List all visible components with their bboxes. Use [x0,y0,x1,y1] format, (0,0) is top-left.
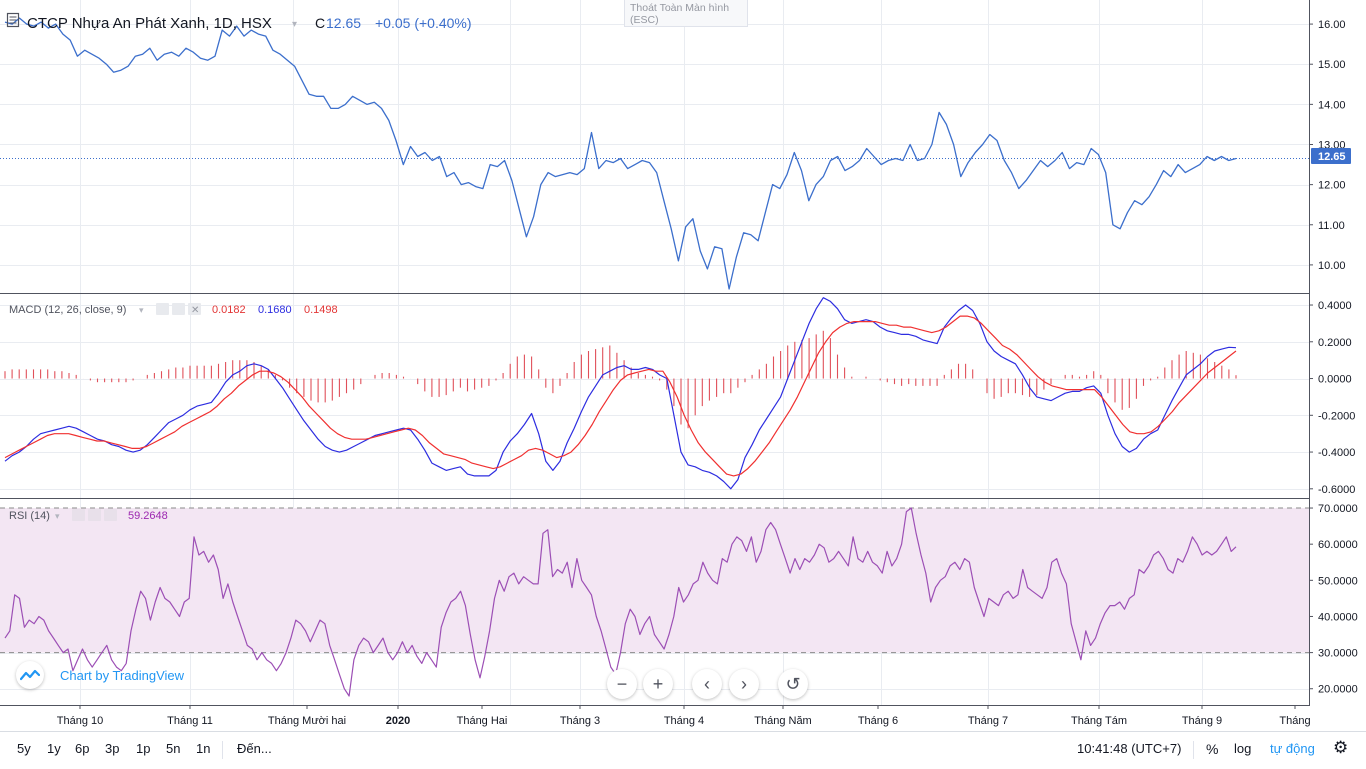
minus-icon: − [616,673,628,694]
time-tick-label: Tháng 4 [664,715,704,727]
exit-fullscreen-tooltip[interactable]: Thoát Toàn Màn hình (ESC) [624,0,748,27]
axis-tick-label: 0.4000 [1318,300,1352,312]
axis-tick-label: -0.6000 [1318,484,1355,496]
symbol-title[interactable]: CTCP Nhựa An Phát Xanh, 1D, HSX [27,15,272,32]
rsi-title[interactable]: RSI (14) [9,510,50,522]
chevron-down-icon[interactable]: ▾ [55,511,60,521]
plus-icon: + [652,673,664,694]
range-1y-button[interactable]: 1y [47,741,61,756]
time-tick-label: Tháng [1279,715,1310,727]
macd-title[interactable]: MACD (12, 26, close, 9) [9,304,126,316]
range-5y-button[interactable]: 5y [17,741,31,756]
log-scale-button[interactable]: log [1234,741,1251,756]
indicator-settings-icons[interactable]: ✕ [156,303,201,316]
gear-icon[interactable] [172,303,185,315]
zoom-in-button[interactable]: + [643,669,673,699]
macd-hist-value: 0.0182 [212,304,246,316]
time-tick-label: 2020 [386,715,410,727]
tradingview-label: Chart by TradingView [60,667,185,683]
chevron-right-icon: › [741,673,747,694]
axis-tick-label: 16.00 [1318,19,1346,31]
time-tick-label: Tháng 3 [560,715,600,727]
axis-tick-label: -0.4000 [1318,447,1355,459]
toolbar-divider [1193,741,1194,759]
time-tick-label: Tháng Tám [1071,715,1127,727]
axis-tick-label: 70.0000 [1318,503,1358,515]
macd-signal-value: 0.1498 [304,304,338,316]
axis-tick-label: 10.00 [1318,260,1346,272]
range-3m-button[interactable]: 3p [105,741,119,756]
axis-tick-label: 50.0000 [1318,575,1358,587]
axis-tick-label: 20.0000 [1318,684,1358,696]
axis-tick-label: 60.0000 [1318,539,1358,551]
close-glyph: ✕ [191,305,199,316]
chevron-left-icon: ‹ [704,673,710,694]
tradingview-logo-icon [16,661,44,689]
toolbar-divider [222,741,223,759]
rsi-overbought-oversold-band [0,508,1309,653]
axis-tick-label: 12.00 [1318,180,1346,192]
time-tick-label: Tháng 7 [968,715,1008,727]
chevron-down-icon[interactable]: ▾ [139,305,144,315]
range-6m-button[interactable]: 6p [75,741,89,756]
range-1m-button[interactable]: 1p [136,741,150,756]
price-axis[interactable]: 16.0015.0014.0013.0012.0011.0010.00 [1309,19,1346,272]
chevron-down-icon[interactable]: ▾ [292,19,297,30]
bottom-toolbar: 5y 1y 6p 3p 1p 5n 1n Đến... 10:41:48 (UT… [0,731,1366,769]
macd-line-value: 0.1680 [258,304,292,316]
price-change: +0.05 (+0.40%) [375,15,472,31]
close-icon[interactable] [104,509,117,521]
goto-date-button[interactable]: Đến... [237,741,272,756]
price-series-line [4,17,1237,290]
axis-tick-label: 14.00 [1318,99,1346,111]
time-tick-label: Tháng 10 [57,715,103,727]
axis-tick-label: 11.00 [1318,220,1345,232]
price-pane-grid [0,0,1309,293]
axis-tick-label: 40.0000 [1318,612,1358,624]
eye-icon[interactable] [72,509,85,521]
gear-icon[interactable]: ⚙ [1333,738,1348,758]
macd-axis[interactable]: 0.4000 0.2000 0.0000 -0.2000 -0.4000 -0.6000 [1309,300,1355,496]
axis-tick-label: 30.0000 [1318,648,1358,660]
exit-fullscreen-shortcut: (ESC) [630,14,659,26]
axis-tick-label: 0.0000 [1318,374,1352,386]
range-1d-button[interactable]: 1n [196,741,210,756]
zoom-out-button[interactable]: − [607,669,637,699]
percent-scale-button[interactable]: % [1206,741,1218,757]
macd-pane-grid [0,294,1309,498]
close-value: 12.65 [326,15,361,31]
auto-scale-button[interactable]: tự động [1270,741,1315,756]
scroll-right-button[interactable]: › [729,669,759,699]
time-axis[interactable]: Tháng 10 Tháng 11 Tháng Mười hai 2020 Tháng … [57,705,1311,727]
axis-tick-label: 15.00 [1318,59,1346,71]
axis-tick-label: 0.2000 [1318,337,1352,349]
rsi-axis[interactable]: 70.0000 60.0000 50.0000 40.0000 30.0000 20.00… [1309,503,1358,696]
macd-series-line [4,297,1237,490]
gear-icon[interactable] [88,509,101,521]
chart-canvas[interactable]: 16.0015.0014.0013.0012.0011.0010.00 0.40… [0,0,1366,731]
time-tick-label: Tháng Năm [754,715,811,727]
close-prefix: C [315,15,325,31]
time-tick-label: Tháng 6 [858,715,898,727]
rsi-settings-icons[interactable] [72,509,117,521]
reset-chart-button[interactable]: ↺ [778,669,808,699]
time-tick-label: Tháng Mười hai [268,715,346,727]
reset-icon: ↺ [785,673,801,694]
rsi-value: 59.2648 [128,510,168,522]
current-price-label: 12.65 [1318,151,1346,163]
scroll-left-button[interactable]: ‹ [692,669,722,699]
axis-tick-label: -0.2000 [1318,410,1355,422]
tradingview-watermark[interactable]: Chart by TradingView [16,661,184,689]
signal-series-line [4,315,1237,477]
range-5d-button[interactable]: 5n [166,741,180,756]
time-tick-label: Tháng Hai [457,715,508,727]
clock-timezone[interactable]: 10:41:48 (UTC+7) [1077,741,1181,756]
time-tick-label: Tháng 11 [167,715,213,727]
time-tick-label: Tháng 9 [1182,715,1222,727]
eye-icon[interactable] [156,303,169,315]
exit-fullscreen-label: Thoát Toàn Màn hình [630,2,730,14]
